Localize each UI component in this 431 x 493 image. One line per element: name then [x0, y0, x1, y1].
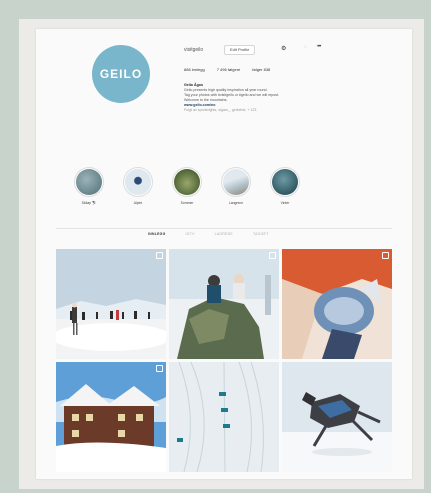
profile-stats: 886 innlegg 7 496 følgere følger 838 [184, 67, 270, 72]
highlight-thumb [125, 169, 151, 195]
tab-tagged[interactable]: TAGGET [253, 232, 269, 236]
aerial-ski-tracks-photo [169, 362, 279, 472]
group-on-rock-photo [169, 249, 279, 359]
instagram-profile-page: GEILO visitgeilo Edit Profile ⚙ ◌ ••• 88… [36, 29, 412, 479]
highlight-thumb [76, 169, 102, 195]
highlight-thumb [174, 169, 200, 195]
highlight-ring [172, 167, 202, 197]
multi-image-badge-icon [156, 365, 163, 372]
post-tile-aerial-ski-tracks[interactable] [169, 362, 279, 472]
screenshot-card: GEILO visitgeilo Edit Profile ⚙ ◌ ••• 88… [19, 19, 424, 489]
followers-count[interactable]: 7 496 følgere [217, 67, 241, 72]
tab-divider [56, 228, 392, 229]
multi-image-badge-icon [382, 252, 389, 259]
highlight-label: Vinter [280, 201, 290, 205]
highlight-label: Skiløp ⛷ [81, 201, 97, 205]
following-count[interactable]: følger 838 [252, 67, 270, 72]
profile-username: visitgeilo [184, 47, 204, 53]
highlight-label: Alpint [133, 201, 143, 205]
highlight-thumb [223, 169, 249, 195]
highlight-ring [270, 167, 300, 197]
post-tile-dog-in-snow[interactable] [282, 362, 392, 472]
tab-saved[interactable]: LAGREDE [215, 232, 233, 236]
post-tile-skiers-on-snow[interactable] [56, 249, 166, 359]
child-with-goggles-photo [282, 249, 392, 359]
profile-bio: Geilo Ågos Geilo presents high quality i… [184, 83, 354, 113]
dog-in-snow-photo [282, 362, 392, 472]
highlight-ring [74, 167, 104, 197]
edit-profile-button[interactable]: Edit Profile [224, 45, 256, 55]
followed-by[interactable]: Fulgt av sportsrights, sigam_, geilofest… [184, 108, 354, 113]
avatar-logo-text: GEILO [99, 67, 143, 81]
highlight-label: Langrenn [228, 201, 244, 205]
profile-tabs: INNLEGG IGTV LAGREDE TAGGET [148, 232, 268, 236]
highlight-ring [221, 167, 251, 197]
settings-mini-icon[interactable]: ◌ [304, 44, 307, 50]
tab-igtv[interactable]: IGTV [186, 232, 195, 236]
highlight-item[interactable]: Sommer [172, 167, 202, 205]
more-options-icon[interactable]: ••• [317, 44, 321, 50]
highlight-thumb [272, 169, 298, 195]
post-tile-group-on-rock[interactable] [169, 249, 279, 359]
post-tile-wooden-lodge-in-snow[interactable] [56, 362, 166, 472]
wooden-lodge-in-snow-photo [56, 362, 166, 472]
highlight-item[interactable]: Langrenn [221, 167, 251, 205]
gear-icon[interactable]: ⚙ [281, 45, 286, 52]
highlight-label: Sommer [180, 201, 194, 205]
tab-posts[interactable]: INNLEGG [148, 232, 166, 236]
profile-avatar[interactable]: GEILO [92, 45, 150, 103]
post-tile-child-with-goggles[interactable] [282, 249, 392, 359]
skiers-on-snow-photo [56, 249, 166, 359]
multi-image-badge-icon [156, 252, 163, 259]
highlight-item[interactable]: Skiløp ⛷ [74, 167, 104, 205]
highlight-item[interactable]: Vinter [270, 167, 300, 205]
highlight-item[interactable]: Alpint [123, 167, 153, 205]
posts-count[interactable]: 886 innlegg [184, 67, 205, 72]
multi-image-badge-icon [269, 252, 276, 259]
highlight-ring [123, 167, 153, 197]
